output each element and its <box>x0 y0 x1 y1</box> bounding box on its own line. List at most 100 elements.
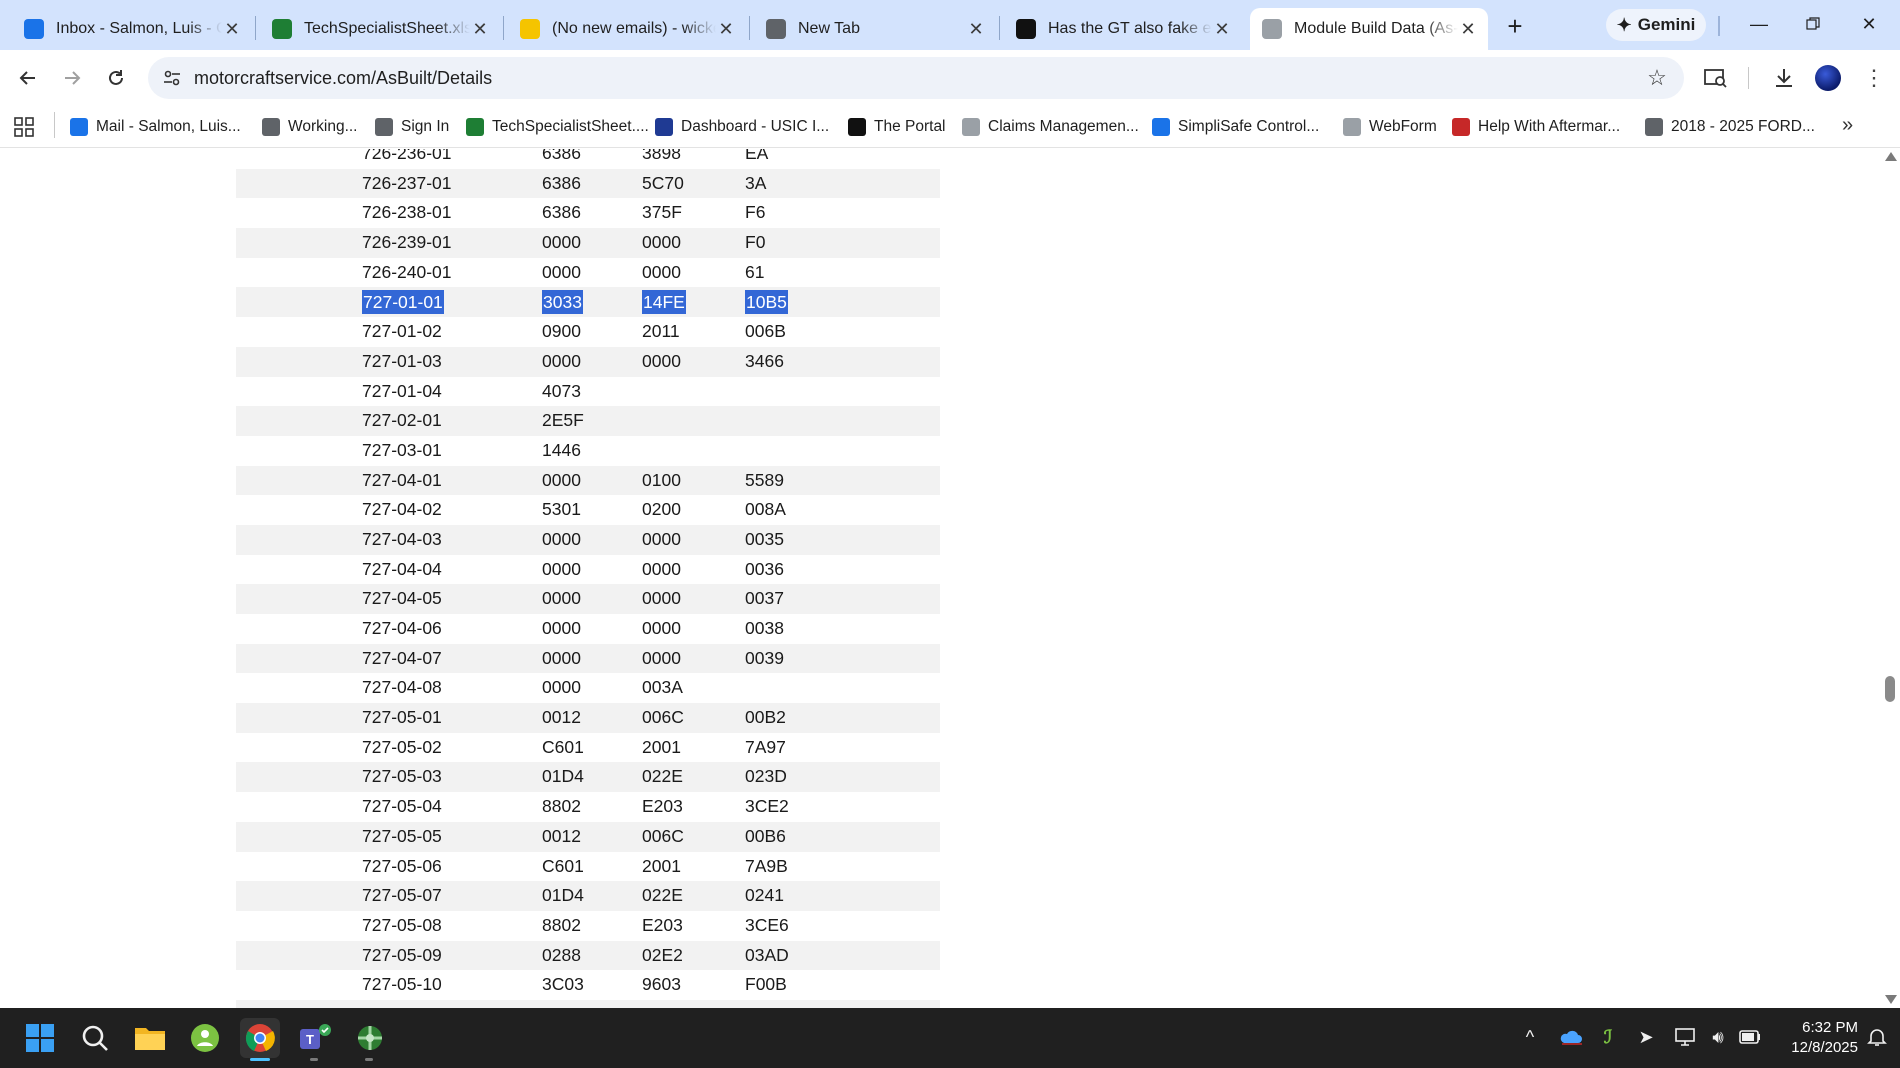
row-value-cell: 0000 <box>542 528 581 549</box>
search-icon <box>82 1025 108 1051</box>
row-value-cell: 03AD <box>745 944 789 965</box>
battery-icon[interactable] <box>1735 1022 1765 1052</box>
url-text[interactable]: motorcraftservice.com/AsBuilt/Details <box>194 57 492 99</box>
tab-3[interactable]: New Tab ✕ <box>754 8 996 50</box>
teams-button[interactable]: T <box>295 1018 335 1058</box>
bookmark-item[interactable]: SimpliSafe Control... <box>1152 106 1319 148</box>
vertical-scrollbar[interactable] <box>1880 149 1900 1008</box>
bookmark-favicon-icon <box>375 118 393 136</box>
system-clock[interactable]: 6:32 PM 12/8/2025 <box>1768 1018 1858 1058</box>
bookmark-item[interactable]: Working... <box>262 106 358 148</box>
scroll-up-arrow-icon[interactable] <box>1885 152 1897 161</box>
apps-grid-icon[interactable] <box>14 117 34 142</box>
row-value-cell: 0000 <box>642 588 681 609</box>
row-value-cell: 0200 <box>642 499 681 520</box>
bookmark-item[interactable]: Mail - Salmon, Luis... <box>70 106 241 148</box>
row-value-cell: 0288 <box>542 944 581 965</box>
bookmark-item[interactable]: Dashboard - USIC I... <box>655 106 829 148</box>
row-value-cell: 0000 <box>542 232 581 253</box>
input-language-icon[interactable]: ℐ <box>1593 1022 1623 1052</box>
row-value-cell: 3466 <box>745 350 784 371</box>
tab-separator <box>503 16 504 40</box>
table-row: 727-05-09 0288 02E2 03AD <box>236 940 940 971</box>
tab-close-icon[interactable]: ✕ <box>1458 19 1478 39</box>
row-value-cell: 0000 <box>642 618 681 638</box>
row-value-cell: 0039 <box>745 647 784 668</box>
green-circle-app-icon <box>191 1024 219 1052</box>
aol-icon <box>520 19 540 39</box>
tab-4[interactable]: Has the GT also fake exhaust✕ <box>1004 8 1242 50</box>
as-built-data-table: 726-236-01 6386 3898 EA 726-237-01 6386 5C70 3A… <box>236 149 940 1008</box>
bookmarks-divider <box>54 112 55 138</box>
downloads-button[interactable] <box>1768 62 1800 94</box>
bookmark-item[interactable]: Help With Aftermar... <box>1452 106 1620 148</box>
restore-button[interactable] <box>1790 8 1836 40</box>
bookmark-item[interactable]: The Portal <box>848 106 946 148</box>
app-icon-green-cross[interactable] <box>350 1018 390 1058</box>
new-tab-button[interactable]: + <box>1500 12 1530 42</box>
window-controls-divider <box>1718 16 1720 36</box>
table-row: 727-04-05 0000 0000 0037 <box>236 584 940 614</box>
tab-close-icon[interactable]: ✕ <box>470 19 490 39</box>
windows-taskbar: T ^ ℐ ➤ 🔊︎ 6:32 PM 12/8/2025 <box>0 1008 1900 1068</box>
show-hidden-icons-chevron-icon[interactable]: ^ <box>1515 1022 1545 1052</box>
tab-strip: Inbox - Salmon, Luis - Outlook✕TechSpeci… <box>0 0 1900 50</box>
bookmark-item[interactable]: WebForm <box>1343 106 1437 148</box>
table-row: 727-05-04 8802 E203 3CE2 <box>236 792 940 822</box>
bookmark-item[interactable]: Sign In <box>375 106 449 148</box>
tab-5[interactable]: Module Build Data (As-Built)✕ <box>1250 8 1488 50</box>
scrollbar-thumb[interactable] <box>1885 676 1895 702</box>
bookmark-item[interactable]: TechSpecialistSheet.... <box>466 106 649 148</box>
bookmark-label: Working... <box>288 118 358 135</box>
row-address-cell: 727-01-02 <box>362 321 442 342</box>
app-icon-green[interactable] <box>185 1018 225 1058</box>
download-icon <box>1776 69 1792 87</box>
table-row: 727-03-01 1446 <box>236 436 940 466</box>
scroll-down-arrow-icon[interactable] <box>1885 995 1897 1004</box>
search-tabs-button[interactable] <box>1700 62 1732 94</box>
profile-avatar[interactable] <box>1815 65 1841 91</box>
tab-1[interactable]: TechSpecialistSheet.xlsx ✕ <box>260 8 500 50</box>
tab-close-icon[interactable]: ✕ <box>966 19 986 39</box>
table-row: 727-05-05 0012 006C 00B6 <box>236 821 940 852</box>
row-address-cell: 727-04-03 <box>362 528 442 549</box>
more-bookmarks-chevron-icon[interactable]: » <box>1842 114 1853 137</box>
row-value-cell: C601 <box>542 855 584 876</box>
tab-2[interactable]: (No new emails) - wickedmail✕ <box>508 8 746 50</box>
row-value-cell: 3A <box>745 172 767 193</box>
tab-close-icon[interactable]: ✕ <box>1212 19 1232 39</box>
network-display-icon[interactable] <box>1671 1022 1701 1052</box>
tab-close-icon[interactable]: ✕ <box>222 19 242 39</box>
file-explorer-button[interactable] <box>130 1018 170 1058</box>
close-window-button[interactable]: ✕ <box>1846 8 1892 40</box>
site-info-icon[interactable] <box>160 66 184 90</box>
search-button[interactable] <box>75 1018 115 1058</box>
reload-icon <box>109 70 123 85</box>
row-address-cell: 727-04-07 <box>362 647 442 668</box>
reload-button[interactable] <box>100 62 132 94</box>
row-address-cell: 727-05-04 <box>362 796 442 817</box>
tab-0[interactable]: Inbox - Salmon, Luis - Outlook✕ <box>12 8 252 50</box>
bookmark-star-icon[interactable]: ☆ <box>1644 65 1670 91</box>
minimize-button[interactable]: — <box>1736 8 1782 40</box>
gemini-button[interactable]: ✦ Gemini <box>1606 9 1706 41</box>
close-icon: ✕ <box>1861 14 1877 34</box>
notifications-bell-icon[interactable] <box>1862 1022 1892 1052</box>
row-value-cell: 0000 <box>542 647 581 668</box>
volume-icon[interactable]: 🔊︎ <box>1703 1022 1733 1052</box>
onedrive-icon[interactable] <box>1555 1022 1585 1052</box>
bookmark-item[interactable]: 2018 - 2025 FORD... <box>1645 106 1815 148</box>
forward-button[interactable] <box>56 62 88 94</box>
bookmark-item[interactable]: Claims Managemen... <box>962 106 1139 148</box>
table-row: 727-04-08 0000 003A <box>236 673 940 703</box>
chrome-menu-button[interactable]: ⋮ <box>1858 62 1890 94</box>
tab-close-icon[interactable]: ✕ <box>716 19 736 39</box>
start-button[interactable] <box>20 1018 60 1058</box>
gemini-label: Gemini <box>1637 15 1696 34</box>
back-button[interactable] <box>12 62 44 94</box>
chrome-taskbar-button[interactable] <box>240 1018 280 1058</box>
address-bar[interactable]: motorcraftservice.com/AsBuilt/Details ☆ <box>148 57 1684 99</box>
row-value-cell: EA <box>745 149 769 163</box>
row-value-cell: 3033 <box>542 290 583 315</box>
location-arrow-icon[interactable]: ➤ <box>1631 1022 1661 1052</box>
